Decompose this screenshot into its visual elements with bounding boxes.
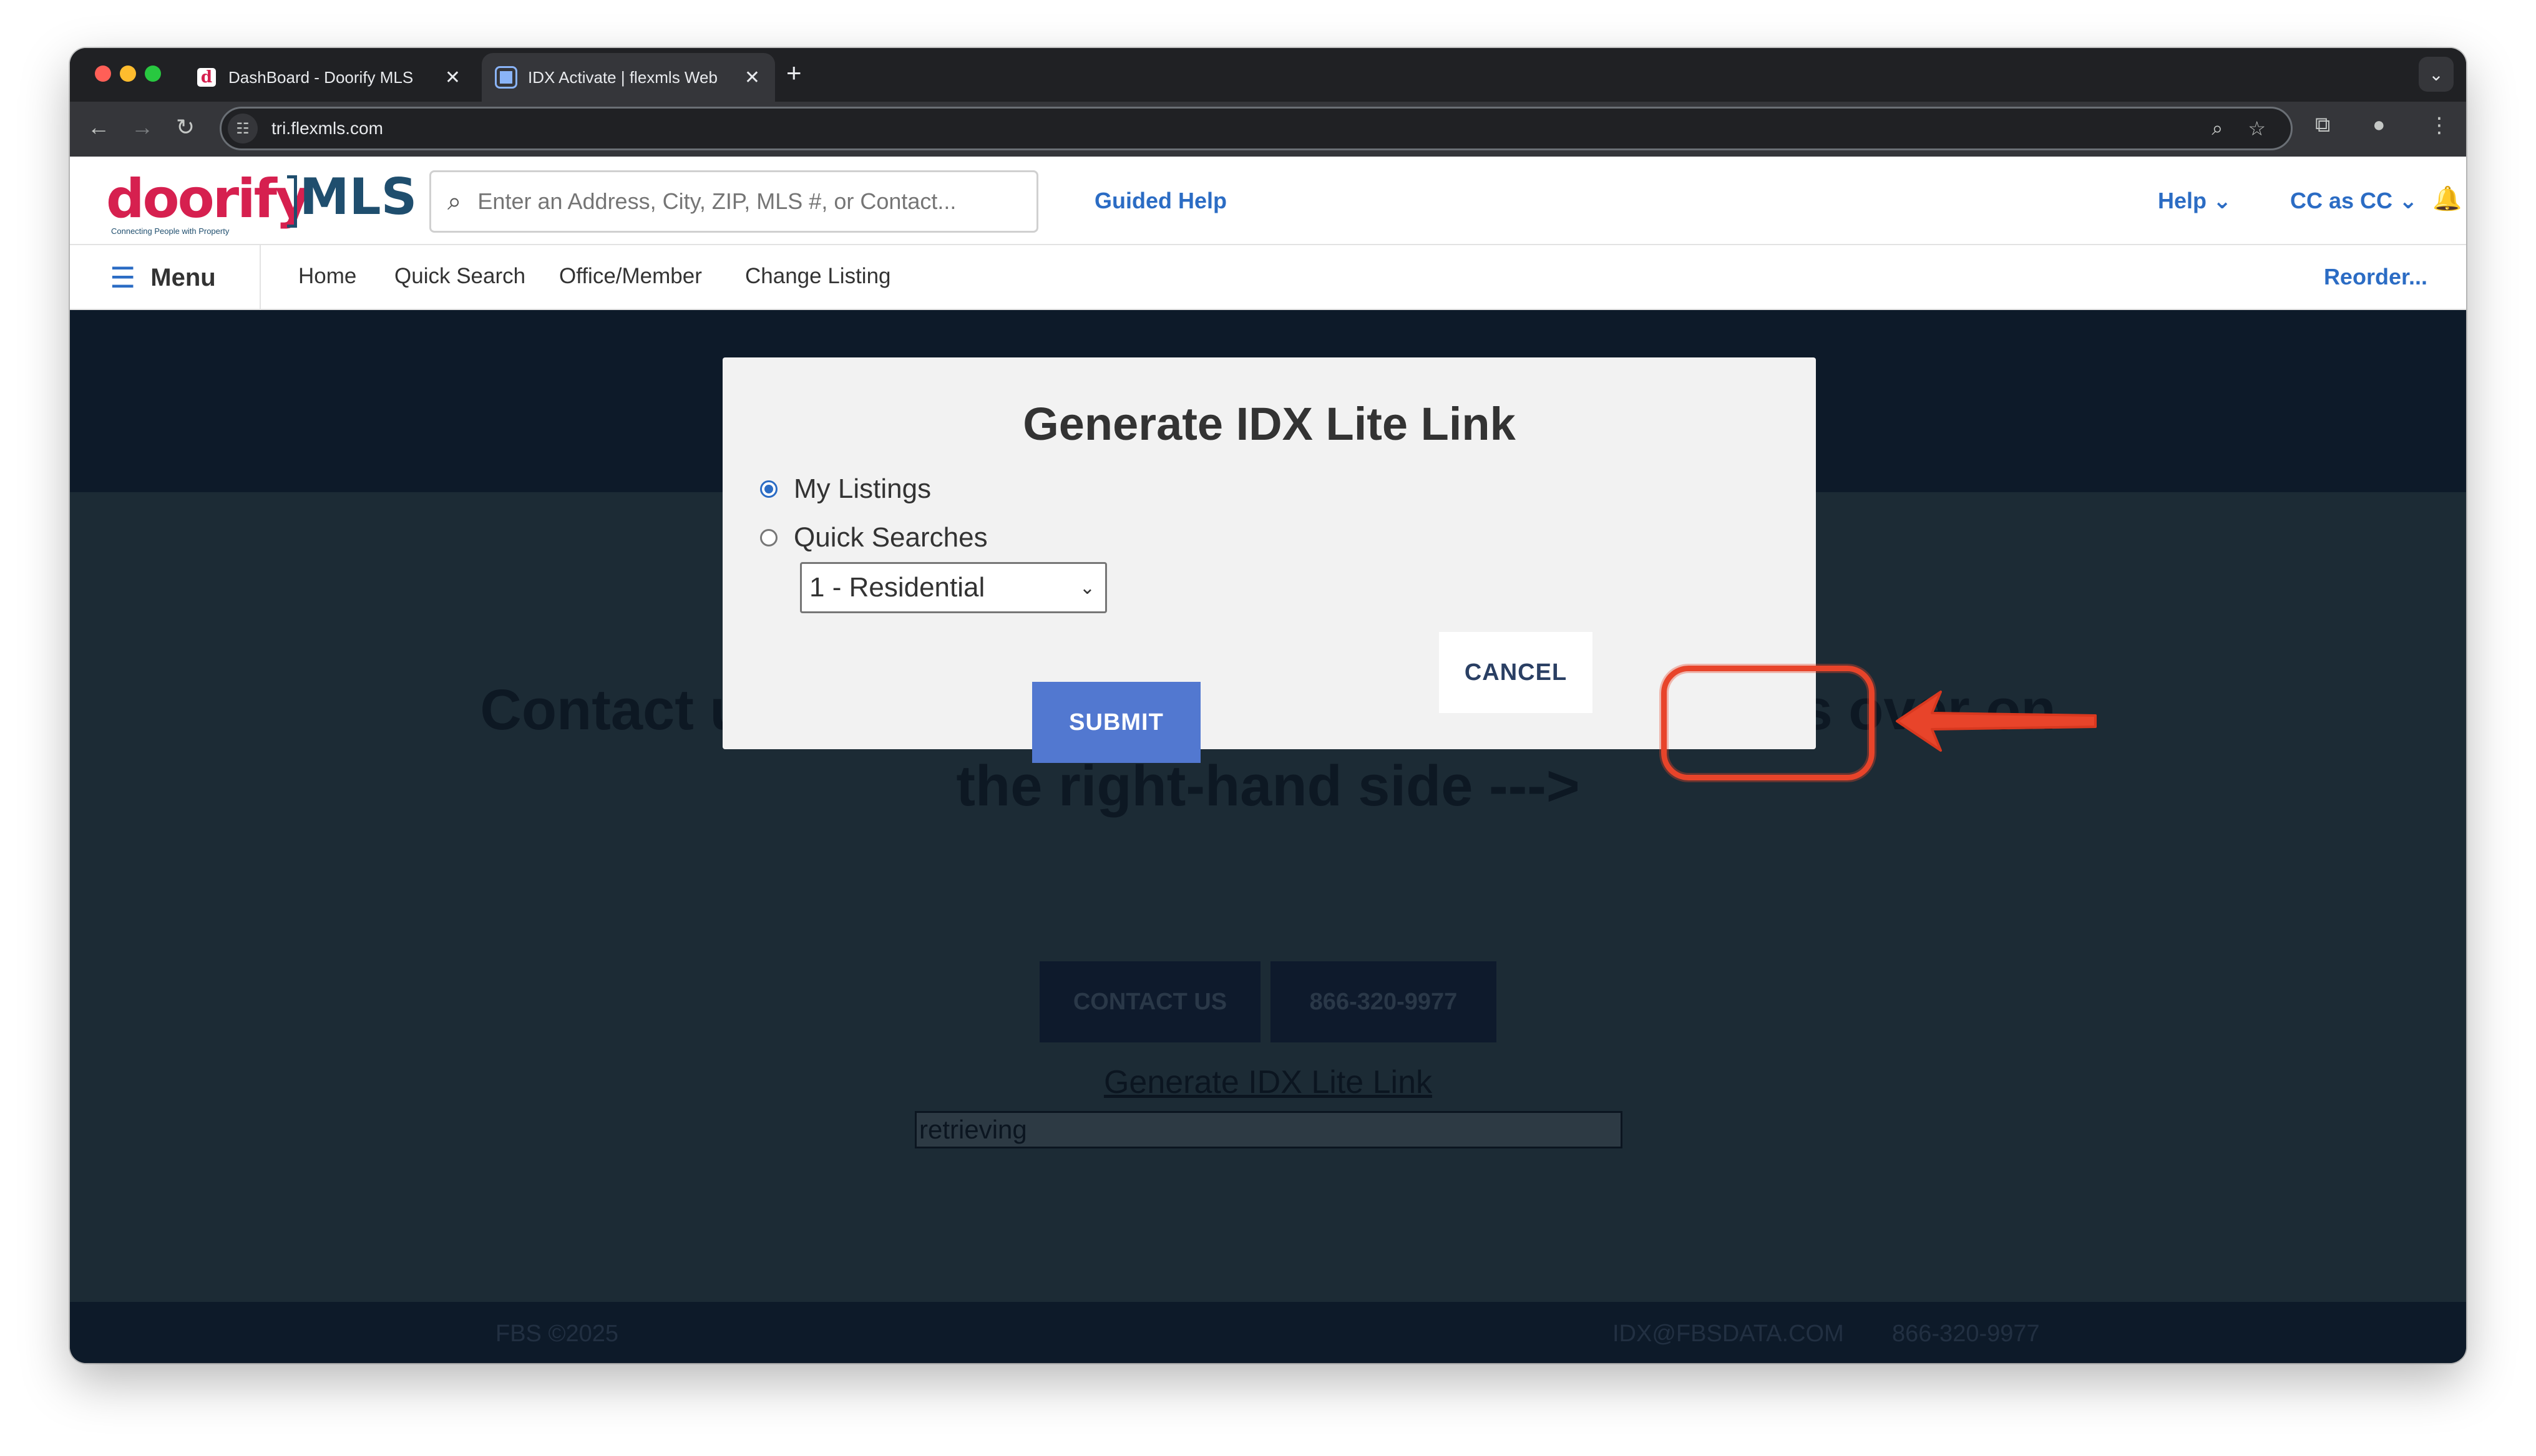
reload-icon[interactable]: ↻ — [176, 114, 195, 140]
main-nav: ☰ Menu Home Quick Search Office/Member C… — [70, 245, 2466, 310]
new-tab-icon[interactable]: + — [786, 58, 802, 88]
back-arrow-icon[interactable]: ← — [87, 114, 110, 140]
page-footer: FBS ©2025 IDX@FBSDATA.COM 866-320-9977 — [70, 1302, 2466, 1363]
doorify-favicon-icon: d — [197, 68, 216, 87]
contact-us-button[interactable]: CONTACT US — [1040, 961, 1261, 1042]
my-listings-label[interactable]: My Listings — [794, 473, 931, 505]
quick-searches-radio[interactable] — [760, 529, 778, 546]
user-dropdown[interactable]: CC as CC ⌄ — [2290, 188, 2417, 214]
extensions-puzzle-icon[interactable]: ⧉ — [2315, 113, 2330, 137]
globe-favicon-icon — [497, 68, 515, 87]
tab-search-chevron-icon[interactable]: ⌄ — [2419, 57, 2454, 92]
help-label: Help — [2158, 188, 2207, 213]
browser-toolbar: ← → ↻ ☷ tri.flexmls.com ⌕ ☆ ⧉ ● ⋮ — [70, 102, 2466, 157]
address-bar[interactable]: ☷ tri.flexmls.com ⌕ ☆ — [220, 107, 2293, 150]
chevron-down-icon: ⌄ — [1079, 577, 1095, 598]
option-my-listings[interactable]: My Listings — [760, 473, 931, 505]
footer-copyright: FBS ©2025 — [495, 1321, 618, 1347]
cancel-button[interactable]: CANCEL — [1439, 632, 1592, 713]
option-quick-searches[interactable]: Quick Searches — [760, 522, 988, 553]
chevron-down-icon: ⌄ — [2213, 188, 2232, 213]
close-tab-icon[interactable]: ✕ — [744, 67, 760, 89]
annotation-highlight-circle — [1661, 666, 1875, 780]
quick-searches-label[interactable]: Quick Searches — [794, 522, 988, 553]
footer-email-link[interactable]: IDX@FBSDATA.COM — [1612, 1321, 1844, 1347]
logo-tagline: Connecting People with Property — [111, 226, 230, 236]
submit-button[interactable]: SUBMIT — [1032, 682, 1201, 763]
reorder-link[interactable]: Reorder... — [2324, 264, 2427, 290]
tab-title: IDX Activate | flexmls Web — [528, 67, 718, 87]
maximize-window-button[interactable] — [145, 66, 161, 82]
logo-door-bracket — [287, 175, 297, 228]
chevron-down-icon: ⌄ — [2399, 188, 2418, 213]
global-search[interactable]: ⌕ — [429, 170, 1038, 233]
close-window-button[interactable] — [95, 66, 111, 82]
generate-idx-dialog: Generate IDX Lite Link My Listings Quick… — [723, 357, 1816, 749]
bookmark-star-icon[interactable]: ☆ — [2248, 117, 2266, 140]
profile-icon[interactable]: ● — [2373, 113, 2386, 137]
more-menu-icon[interactable]: ⋮ — [2429, 113, 2450, 138]
quick-search-select[interactable]: 1 - Residential ⌄ — [800, 562, 1107, 613]
nav-home[interactable]: Home — [298, 264, 356, 289]
select-value: 1 - Residential — [809, 572, 985, 603]
browser-tab-idx-activate[interactable]: IDX Activate | flexmls Web ✕ — [482, 53, 775, 102]
browser-tab-dashboard[interactable]: d DashBoard - Doorify MLS ✕ — [182, 53, 476, 102]
minimize-window-button[interactable] — [120, 66, 136, 82]
footer-phone-link[interactable]: 866-320-9977 — [1892, 1321, 2040, 1347]
forward-arrow-icon[interactable]: → — [131, 114, 154, 140]
my-listings-radio[interactable] — [760, 480, 778, 498]
notification-bell-icon[interactable]: 🔔 — [2432, 185, 2462, 213]
site-settings-icon[interactable]: ☷ — [228, 114, 258, 143]
help-dropdown[interactable]: Help ⌄ — [2158, 188, 2231, 214]
logo-doorify-text: doorify — [106, 168, 310, 230]
url-text: tri.flexmls.com — [271, 119, 383, 138]
dialog-title: Generate IDX Lite Link — [1023, 398, 1516, 450]
generate-idx-lite-link[interactable]: Generate IDX Lite Link — [1040, 1064, 1496, 1101]
nav-office-member[interactable]: Office/Member — [559, 264, 702, 289]
user-label: CC as CC — [2290, 188, 2393, 213]
tab-title: DashBoard - Doorify MLS — [228, 67, 414, 87]
site-header: doorify MLS Connecting People with Prope… — [70, 157, 2466, 245]
tab-bar: d DashBoard - Doorify MLS ✕ IDX Activate… — [70, 48, 2466, 102]
hamburger-icon: ☰ — [110, 261, 136, 294]
menu-label: Menu — [150, 263, 216, 291]
annotation-arrow-icon — [1896, 691, 2097, 752]
nav-change-listing[interactable]: Change Listing — [745, 264, 891, 289]
menu-button[interactable]: ☰ Menu — [70, 245, 261, 310]
phone-button[interactable]: 866-320-9977 — [1270, 961, 1496, 1042]
browser-window: d DashBoard - Doorify MLS ✕ IDX Activate… — [70, 48, 2466, 1363]
close-tab-icon[interactable]: ✕ — [445, 67, 461, 89]
logo-mls-text: MLS — [300, 168, 417, 226]
search-icon: ⌕ — [447, 187, 462, 215]
zoom-icon[interactable]: ⌕ — [2212, 117, 2223, 140]
guided-help-link[interactable]: Guided Help — [1095, 188, 1227, 214]
search-input[interactable] — [477, 188, 1008, 215]
idx-link-output-field[interactable]: retrieving — [915, 1111, 1622, 1148]
nav-quick-search[interactable]: Quick Search — [394, 264, 525, 289]
